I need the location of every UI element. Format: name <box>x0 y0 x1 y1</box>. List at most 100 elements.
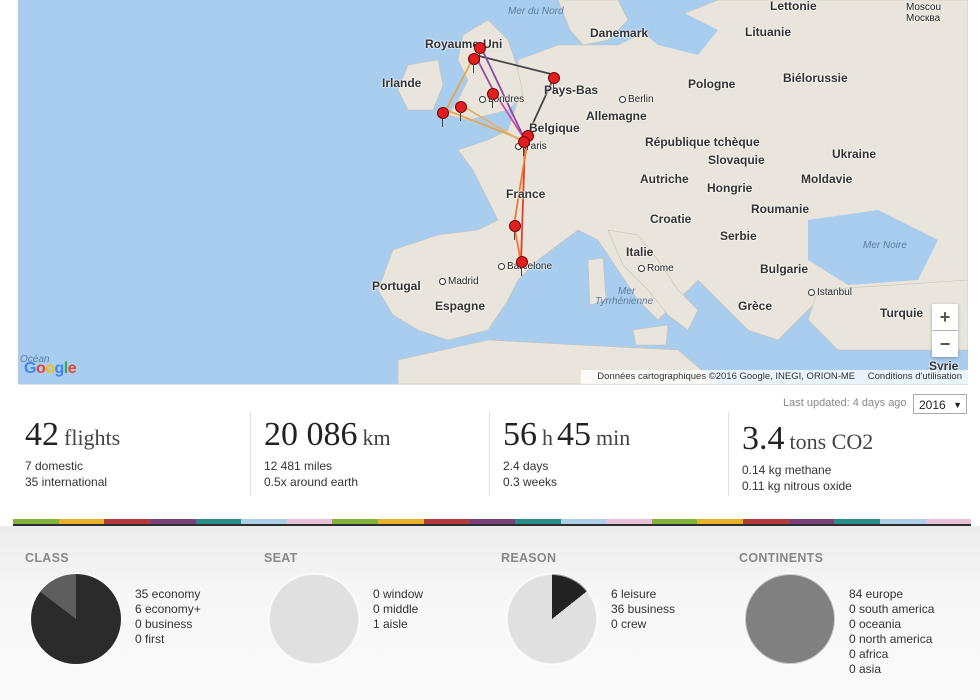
map-country-label: Lettonie <box>770 0 817 13</box>
city-dot-icon <box>439 277 446 285</box>
map-city-label: Rome <box>638 264 674 274</box>
map-pin[interactable] <box>468 53 480 73</box>
map-pin[interactable] <box>474 42 486 62</box>
map-city-label: Istanbul <box>808 288 852 298</box>
seat-legend: 0 window 0 middle 1 aisle <box>373 587 423 632</box>
last-updated-text: Last updated: 4 days ago <box>783 397 907 409</box>
map-country-label: Espagne <box>435 299 486 313</box>
co2-value: 3.4 <box>742 420 785 457</box>
map-pin[interactable] <box>516 256 528 276</box>
map-country-label: Hongrie <box>707 181 753 195</box>
map-country-label: Lituanie <box>745 25 792 39</box>
legend-item: 0 south america <box>849 602 935 616</box>
map-country-label: Allemagne <box>586 109 647 123</box>
class-pie-chart <box>30 573 122 665</box>
map-city-name: Rome <box>647 263 674 274</box>
flights-international: 35 international <box>25 475 108 489</box>
map-country-label: Italie <box>626 245 654 259</box>
divider <box>250 412 251 496</box>
map-city-label: Москва <box>906 14 940 24</box>
map-city-name: Barcelone <box>507 261 553 272</box>
stat-duration: 56 h 45 min 2.4 days 0.3 weeks <box>503 410 634 506</box>
map-country-label: Croatie <box>650 212 692 226</box>
reason-title: REASON <box>501 551 557 565</box>
map-pin[interactable] <box>455 101 467 121</box>
map-city-name: Berlin <box>628 94 654 105</box>
class-legend: 35 economy 6 economy+ 0 business 0 first <box>135 587 201 647</box>
city-dot-icon <box>808 288 815 296</box>
map-sea-label: Mer du Nord <box>508 6 564 17</box>
legend-item: 0 business <box>135 617 193 631</box>
map-pin[interactable] <box>509 220 521 240</box>
distance-earth: 0.5x around earth <box>264 475 359 489</box>
divider <box>728 412 729 496</box>
year-select-value: 2016 <box>919 398 946 412</box>
legend-item: 84 europe <box>849 587 904 601</box>
legend-item: 6 economy+ <box>135 602 201 616</box>
map-country-label: Autriche <box>640 172 689 186</box>
stat-distance: 20 086 km 12 481 miles 0.5x around earth <box>264 410 395 506</box>
map-canvas <box>377 0 968 384</box>
continents-pie-chart <box>744 573 836 665</box>
map-country-label: Bulgarie <box>760 262 809 276</box>
map-country-label: Moldavie <box>801 172 853 186</box>
city-dot-icon <box>638 264 645 272</box>
legend-item: 35 economy <box>135 587 201 601</box>
continents-legend: 84 europe 0 south america 0 oceania 0 no… <box>849 587 934 677</box>
map-city-name: Madrid <box>448 276 479 287</box>
flight-map[interactable]: Royaume-Uni Irlande Danemark Lettonie Lituan… <box>18 0 968 385</box>
map-country-label: République tchèque <box>645 135 760 149</box>
map-country-label: Serbie <box>720 229 757 243</box>
reason-legend: 6 leisure 36 business 0 crew <box>611 587 675 632</box>
google-logo[interactable]: Google <box>24 360 77 378</box>
map-country-label: Pologne <box>688 77 736 91</box>
map-terms-link[interactable]: Conditions d'utilisation <box>868 371 962 382</box>
map-pin[interactable] <box>518 136 530 156</box>
map-city-label: Madrid <box>439 277 479 287</box>
co2-unit: tons CO2 <box>789 429 874 454</box>
map-city-label: Moscou <box>906 3 941 13</box>
legend-item: 6 leisure <box>611 587 657 601</box>
map-city-label: Berlin <box>619 95 654 105</box>
map-country-label: Belgique <box>529 121 580 135</box>
legend-item: 0 first <box>135 632 165 646</box>
map-country-label: Portugal <box>372 279 421 293</box>
map-country-label: Roumanie <box>751 202 810 216</box>
flights-domestic: 7 domestic <box>25 459 84 473</box>
legend-item: 1 aisle <box>373 617 408 631</box>
map-country-label: Biélorussie <box>783 71 848 85</box>
distance-value: 20 086 <box>264 416 358 453</box>
map-sea-label: Mer Noire <box>863 240 907 251</box>
duration-minutes: 45 <box>557 416 591 453</box>
zoom-out-button[interactable]: − <box>932 331 958 357</box>
map-pin[interactable] <box>548 72 560 92</box>
co2-nitrous: 0.11 kg nitrous oxide <box>742 479 852 493</box>
legend-item: 0 middle <box>373 602 419 616</box>
continents-title: CONTINENTS <box>739 551 824 565</box>
legend-item: 36 business <box>611 602 676 616</box>
zoom-in-button[interactable]: + <box>932 304 958 330</box>
city-dot-icon <box>479 95 486 103</box>
stat-co2: 3.4 tons CO2 0.14 kg methane 0.11 kg nitr… <box>742 414 877 510</box>
map-attribution: Données cartographiques ©2016 Google, IN… <box>581 370 968 384</box>
legend-item: 0 north america <box>849 632 933 646</box>
legend-item: 0 asia <box>849 662 882 676</box>
map-pin[interactable] <box>487 88 499 108</box>
distance-unit: km <box>362 425 391 450</box>
duration-days: 2.4 days <box>503 459 549 473</box>
chevron-down-icon: ▼ <box>953 400 962 410</box>
year-select[interactable]: 2016 ▼ <box>913 394 967 414</box>
class-title: CLASS <box>25 551 69 565</box>
map-country-label: Ukraine <box>832 147 877 161</box>
divider <box>489 412 490 496</box>
duration-weeks: 0.3 weeks <box>503 475 558 489</box>
map-pin[interactable] <box>437 107 449 127</box>
map-country-label: Grèce <box>738 299 773 313</box>
legend-item: 0 crew <box>611 617 647 631</box>
map-sea-label: Tyrrhénienne <box>595 296 654 307</box>
reason-pie-chart <box>506 573 598 665</box>
map-city-label: Londres <box>479 95 524 105</box>
flights-unit: flights <box>64 425 121 450</box>
flights-count: 42 <box>25 416 59 453</box>
map-country-label: Turquie <box>880 306 924 320</box>
